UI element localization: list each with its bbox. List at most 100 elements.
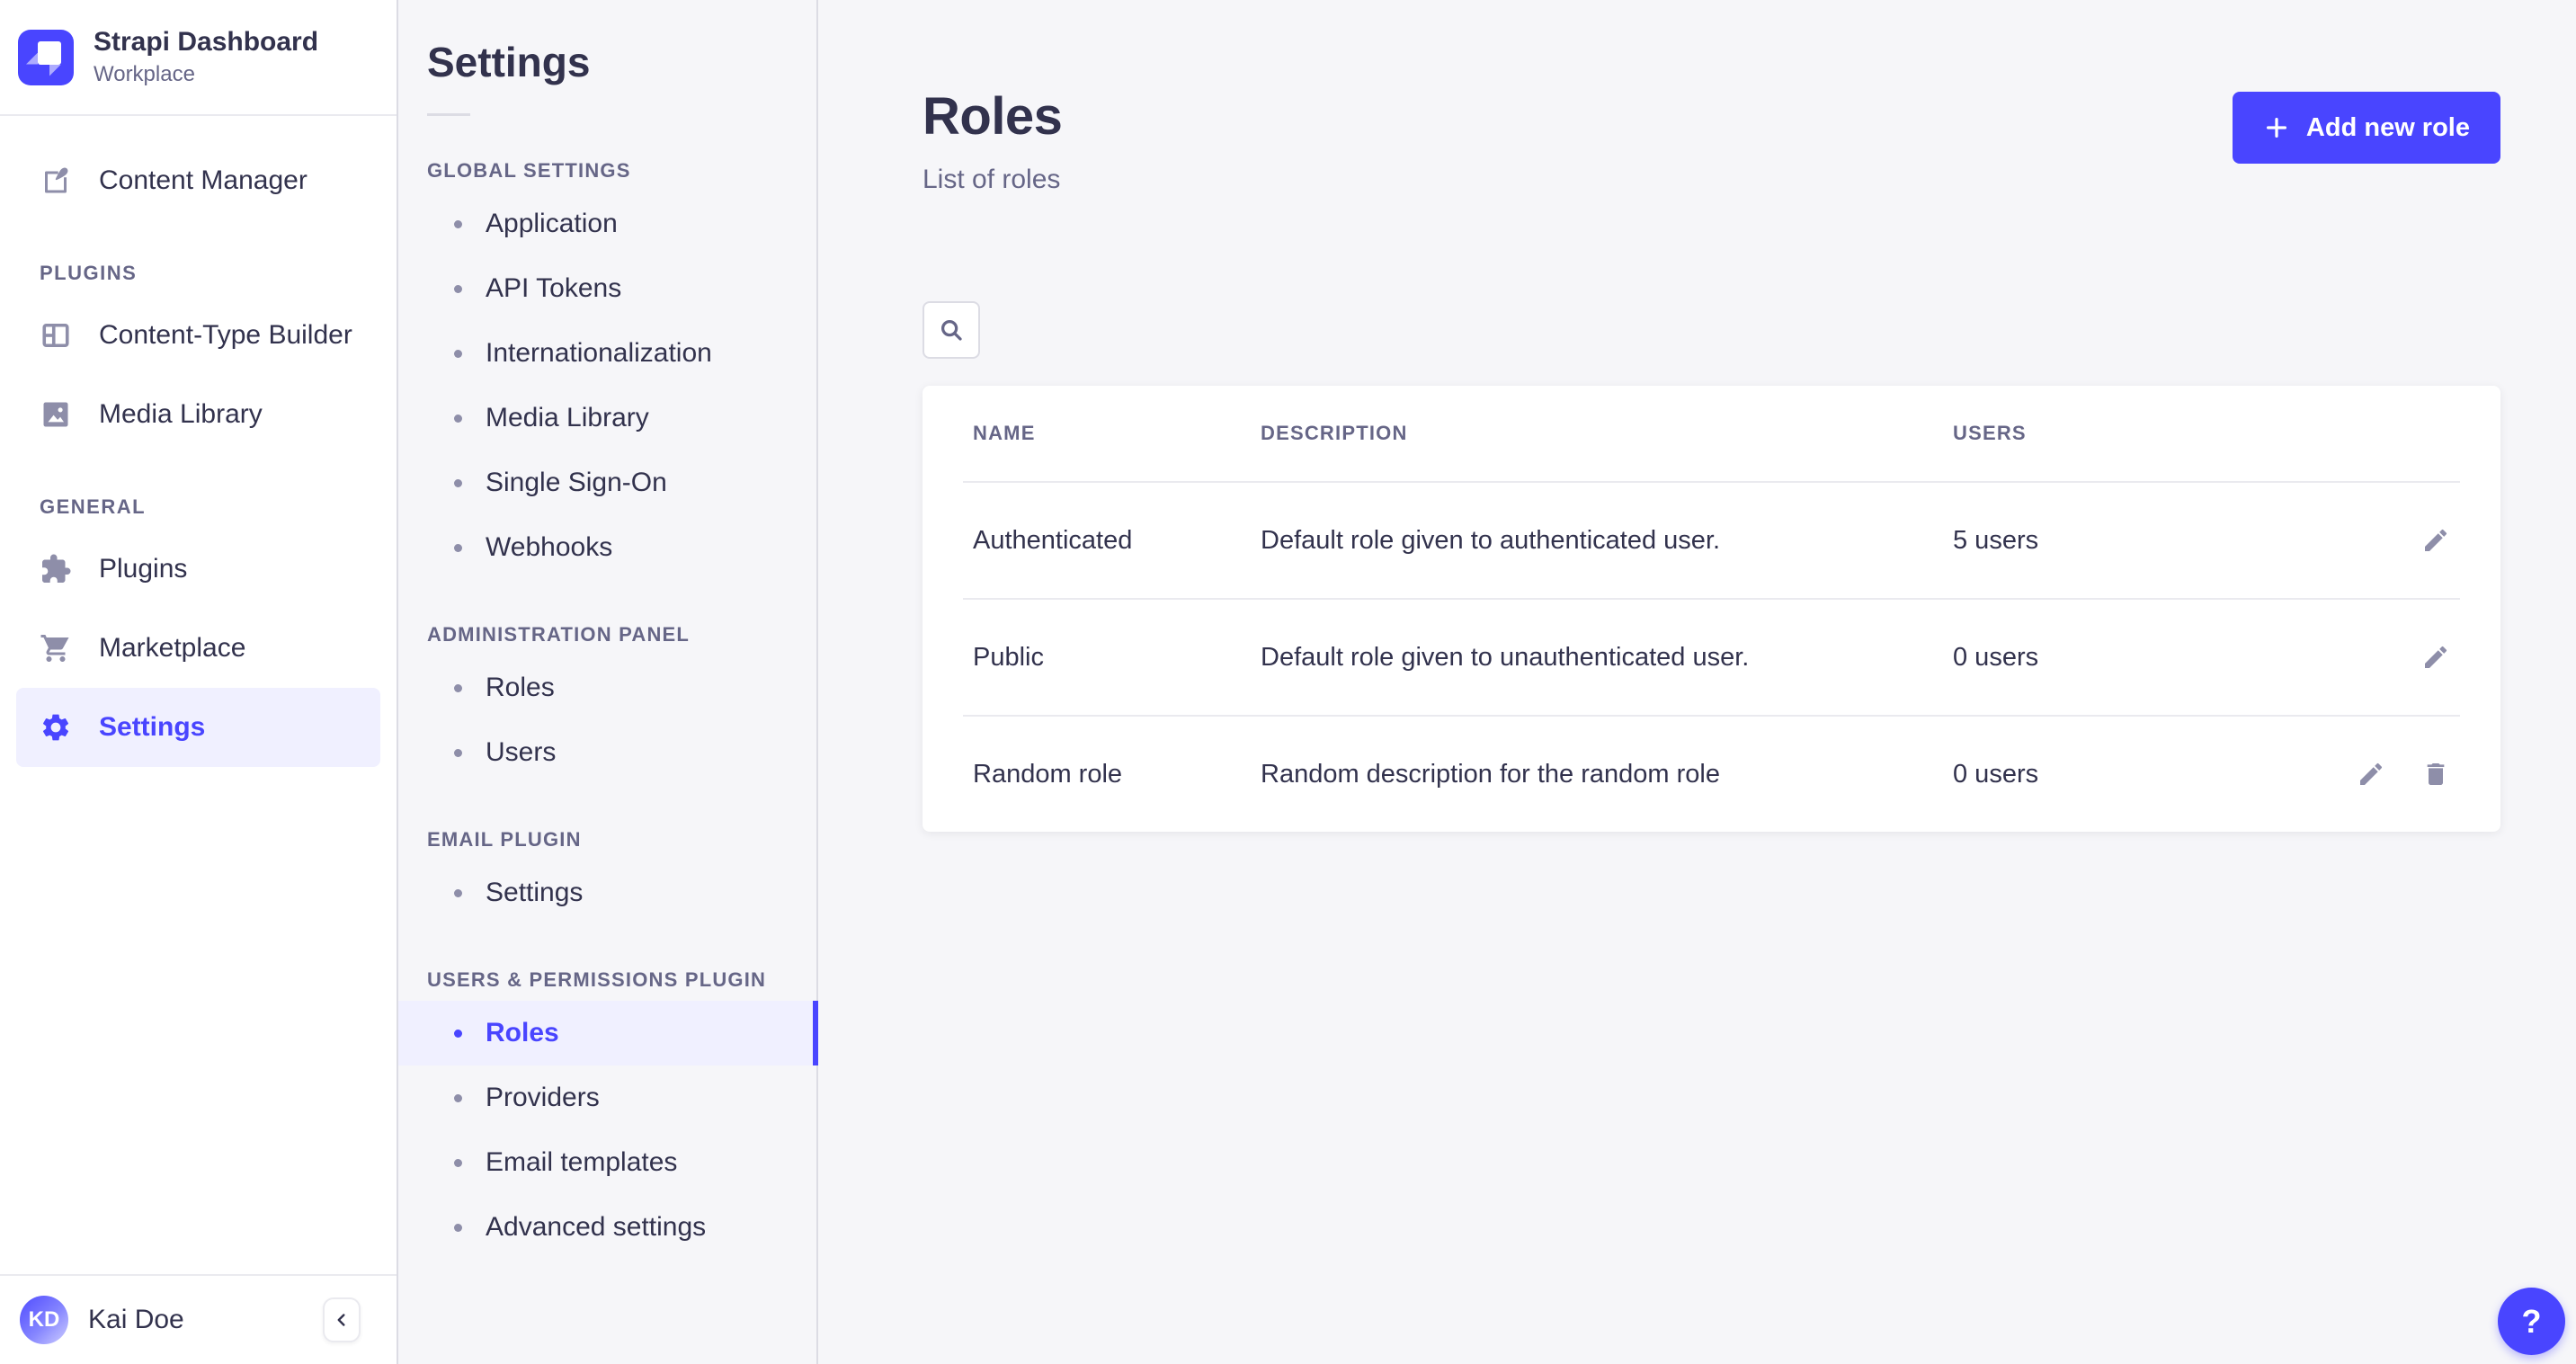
subnav-item-label: Advanced settings — [486, 1212, 706, 1243]
avatar[interactable]: KD — [20, 1296, 68, 1344]
cell-role-description: Default role given to authenticated user… — [1261, 526, 1953, 556]
brand-subtitle: Workplace — [94, 62, 318, 87]
delete-role-button[interactable] — [2421, 760, 2450, 789]
cell-role-users: 5 users — [1953, 526, 2315, 556]
table-row[interactable]: Authenticated Default role given to auth… — [923, 483, 2500, 598]
subnav-item-label: Media Library — [486, 403, 649, 433]
subnav-item-email-settings[interactable]: Settings — [398, 860, 816, 925]
bullet-icon — [454, 544, 462, 552]
sidebar-nav: Content Manager PLUGINS Content-Type Bui… — [0, 116, 397, 767]
page-header: Roles List of roles Add new role — [923, 86, 2500, 195]
table-row[interactable]: Public Default role given to unauthentic… — [923, 600, 2500, 715]
sidebar-item-label: Marketplace — [99, 633, 245, 664]
edit-role-button[interactable] — [2357, 760, 2385, 789]
bullet-icon — [454, 1030, 462, 1038]
page-subtitle: List of roles — [923, 165, 1062, 195]
subnav-item-label: Roles — [486, 673, 555, 703]
bullet-icon — [454, 220, 462, 228]
settings-subnav: Settings GLOBAL SETTINGS Application API… — [398, 0, 818, 1364]
pen-write-icon — [40, 165, 72, 197]
bullet-icon — [454, 1159, 462, 1167]
subnav-title: Settings — [398, 38, 816, 86]
pencil-icon — [2421, 526, 2450, 555]
page-title: Roles — [923, 86, 1062, 147]
sidebar-section-header-plugins: PLUGINS — [16, 262, 380, 285]
collapse-sidebar-button[interactable] — [323, 1297, 361, 1342]
sidebar-footer: KD Kai Doe — [0, 1274, 397, 1364]
subnav-item-webhooks[interactable]: Webhooks — [398, 515, 816, 580]
add-new-role-button[interactable]: Add new role — [2233, 92, 2500, 164]
bullet-icon — [454, 285, 462, 293]
subnav-item-providers[interactable]: Providers — [398, 1065, 816, 1130]
roles-table-card: NAME DESCRIPTION USERS Authenticated Def… — [923, 386, 2500, 832]
bullet-icon — [454, 749, 462, 757]
subnav-header-email-plugin: EMAIL PLUGIN — [398, 828, 816, 851]
sidebar-section-header-general: GENERAL — [16, 495, 380, 519]
cell-role-users: 0 users — [1953, 643, 2315, 673]
column-header-name: NAME — [973, 422, 1261, 445]
subnav-item-admin-roles[interactable]: Roles — [398, 655, 816, 720]
bullet-icon — [454, 350, 462, 358]
edit-role-button[interactable] — [2421, 526, 2450, 555]
user-name: Kai Doe — [88, 1305, 184, 1335]
subnav-item-label: Providers — [486, 1083, 600, 1113]
sidebar-item-plugins[interactable]: Plugins — [16, 530, 380, 609]
sidebar-item-label: Settings — [99, 712, 205, 743]
subnav-header-global-settings: GLOBAL SETTINGS — [398, 159, 816, 183]
sidebar-item-content-type-builder[interactable]: Content-Type Builder — [16, 296, 380, 375]
bullet-icon — [454, 1094, 462, 1102]
subnav-item-admin-users[interactable]: Users — [398, 720, 816, 785]
subnav-item-label: Users — [486, 737, 556, 768]
subnav-header-administration-panel: ADMINISTRATION PANEL — [398, 623, 816, 646]
sidebar-item-media-library[interactable]: Media Library — [16, 375, 380, 454]
subnav-item-advanced-settings[interactable]: Advanced settings — [398, 1195, 816, 1260]
search-button[interactable] — [923, 301, 980, 359]
cell-role-users: 0 users — [1953, 760, 2315, 789]
bullet-icon — [454, 479, 462, 487]
subnav-item-media-library[interactable]: Media Library — [398, 386, 816, 450]
subnav-item-single-sign-on[interactable]: Single Sign-On — [398, 450, 816, 515]
pencil-icon — [2421, 643, 2450, 672]
table-row[interactable]: Random role Random description for the r… — [923, 717, 2500, 832]
bullet-icon — [454, 684, 462, 692]
subnav-header-users-permissions-plugin: USERS & PERMISSIONS PLUGIN — [398, 968, 816, 992]
search-icon — [938, 316, 965, 343]
pencil-icon — [2357, 760, 2385, 789]
column-header-description: DESCRIPTION — [1261, 422, 1953, 445]
sidebar-item-marketplace[interactable]: Marketplace — [16, 609, 380, 688]
help-button[interactable]: ? — [2498, 1288, 2565, 1355]
column-header-users: USERS — [1953, 422, 2315, 445]
subnav-item-label: Single Sign-On — [486, 468, 667, 498]
brand: Strapi Dashboard Workplace — [0, 0, 397, 116]
table-header-row: NAME DESCRIPTION USERS — [923, 386, 2500, 481]
subnav-item-label: Internationalization — [486, 338, 712, 369]
sidebar-item-label: Plugins — [99, 554, 187, 584]
sidebar-item-content-manager[interactable]: Content Manager — [16, 141, 380, 220]
subnav-item-label: Application — [486, 209, 618, 239]
subnav-item-internationalization[interactable]: Internationalization — [398, 321, 816, 386]
chevron-left-icon — [332, 1310, 352, 1330]
sidebar-item-settings[interactable]: Settings — [16, 688, 380, 767]
gear-icon — [40, 711, 72, 744]
bullet-icon — [454, 1224, 462, 1232]
plus-icon — [2263, 114, 2290, 141]
subnav-item-label: Roles — [486, 1018, 559, 1048]
subnav-item-label: Email templates — [486, 1147, 677, 1178]
cell-role-name: Random role — [973, 760, 1261, 789]
subnav-item-label: Webhooks — [486, 532, 612, 563]
sidebar-item-label: Content Manager — [99, 165, 308, 196]
subnav-item-application[interactable]: Application — [398, 192, 816, 256]
subnav-item-up-roles[interactable]: Roles — [398, 1001, 816, 1065]
bullet-icon — [454, 415, 462, 423]
subnav-item-label: Settings — [486, 878, 583, 908]
edit-role-button[interactable] — [2421, 643, 2450, 672]
layout-grid-icon — [40, 319, 72, 352]
subnav-item-email-templates[interactable]: Email templates — [398, 1130, 816, 1195]
primary-sidebar: Strapi Dashboard Workplace Content Manag… — [0, 0, 398, 1364]
add-new-role-label: Add new role — [2306, 113, 2470, 143]
cell-role-name: Public — [973, 643, 1261, 673]
sidebar-item-label: Media Library — [99, 399, 263, 430]
subnav-item-api-tokens[interactable]: API Tokens — [398, 256, 816, 321]
image-icon — [40, 398, 72, 431]
main-content: Roles List of roles Add new role NAME DE… — [818, 0, 2576, 1364]
